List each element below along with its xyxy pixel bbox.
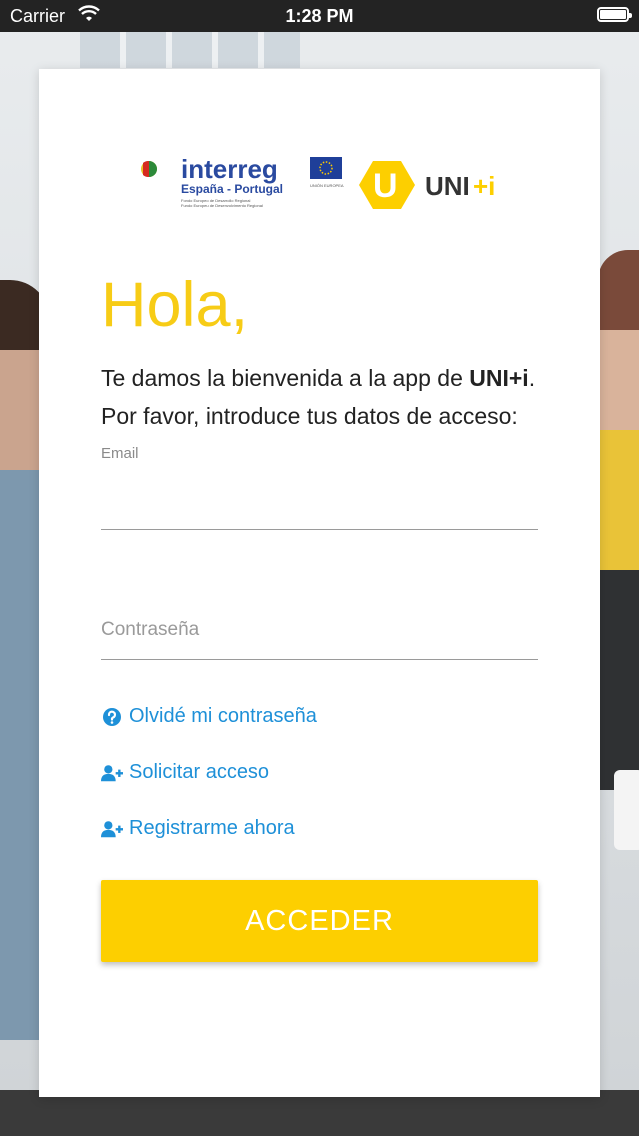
svg-text:interreg: interreg (181, 157, 278, 184)
clock: 1:28 PM (285, 6, 354, 26)
svg-text:UNIÓN EUROPEA: UNIÓN EUROPEA (310, 183, 344, 188)
welcome-text: Te damos la bienvenida a la app de UNI+i… (101, 359, 571, 435)
svg-text:España - Portugal: España - Portugal (181, 182, 283, 196)
login-card: interreg España - Portugal Fondo Europeo… (39, 69, 600, 1097)
login-button[interactable]: ACCEDER (101, 880, 538, 962)
email-field[interactable] (101, 499, 538, 530)
svg-text:U: U (373, 167, 398, 205)
register-label: Registrarme ahora (129, 817, 295, 839)
welcome-line-2: Por favor, introduce tus datos de acceso… (101, 403, 518, 429)
user-plus-icon (101, 764, 123, 781)
email-label: Email (101, 445, 139, 462)
forgot-password-link[interactable]: Olvidé mi contraseña (101, 705, 317, 728)
password-placeholder: Contraseña (101, 619, 200, 640)
unii-logo: U UNI +i (359, 161, 495, 209)
welcome-line-1: Te damos la bienvenida a la app de UNI+i… (101, 365, 536, 391)
register-link[interactable]: Registrarme ahora (101, 817, 295, 840)
status-bar: Carrier 1:28 PM (0, 0, 639, 32)
battery-icon (597, 7, 632, 22)
partner-logos: interreg España - Portugal Fondo Europeo… (139, 157, 559, 217)
password-field[interactable]: Contraseña (101, 609, 538, 660)
forgot-password-label: Olvidé mi contraseña (129, 705, 317, 727)
question-circle-icon (103, 707, 121, 726)
svg-text:UNI: UNI (425, 171, 470, 201)
svg-text:+i: +i (473, 171, 495, 201)
interreg-logo: interreg España - Portugal Fondo Europeo… (141, 157, 344, 208)
user-plus-icon (101, 820, 123, 837)
request-access-label: Solicitar acceso (129, 761, 270, 783)
brand-name: UNI+i (469, 365, 529, 391)
request-access-link[interactable]: Solicitar acceso (101, 761, 269, 784)
svg-text:Fundo Europeu de Desenvolvimen: Fundo Europeu de Desenvolvimento Regiona… (181, 203, 263, 208)
greeting-heading: Hola, (101, 270, 249, 340)
